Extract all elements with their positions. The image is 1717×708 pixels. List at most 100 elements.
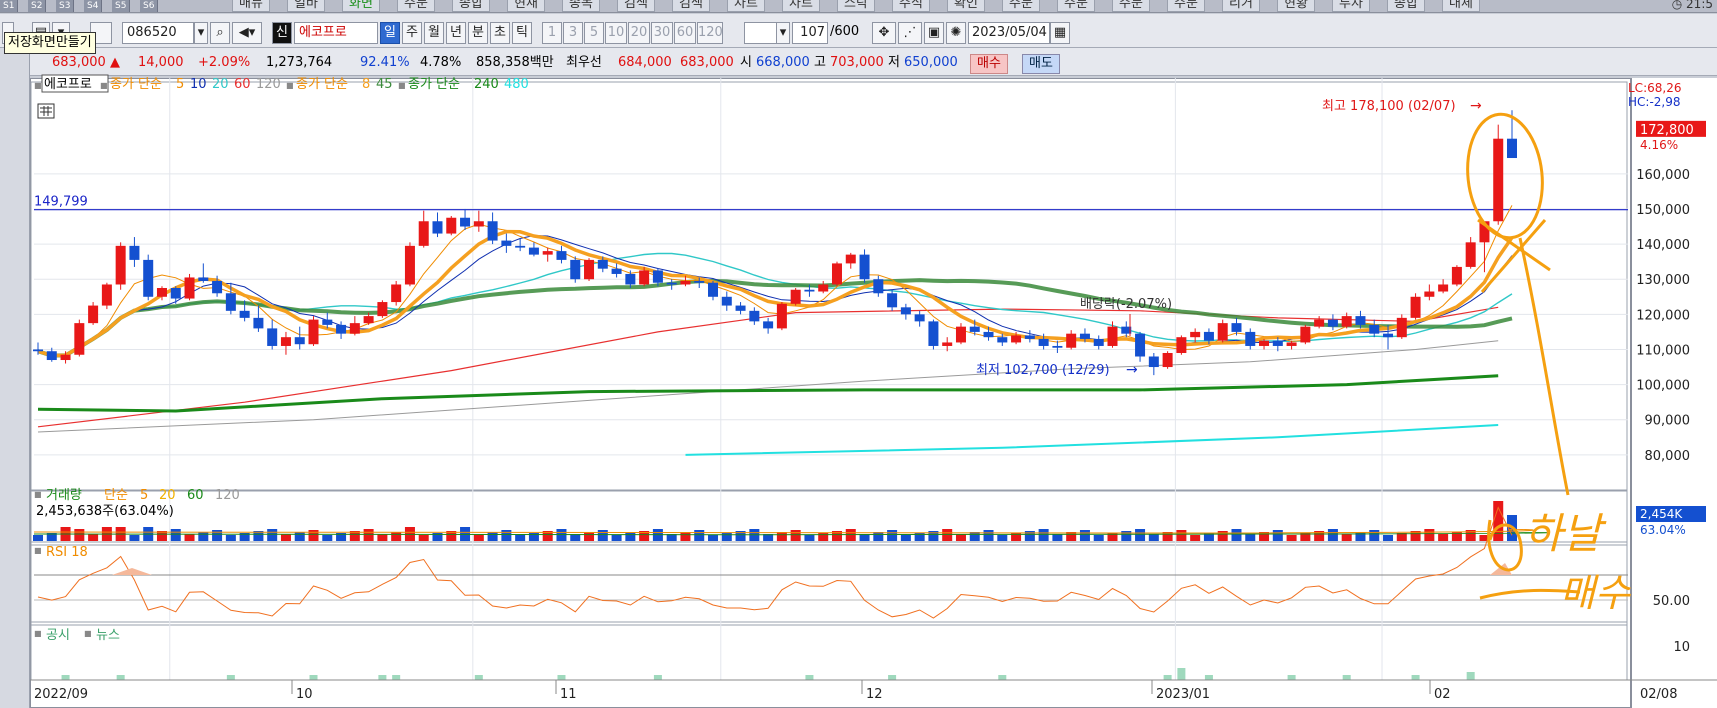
candle-body [625, 273, 636, 285]
candle-body [570, 259, 581, 280]
volume-ma-period: 60 [187, 488, 204, 503]
price-tick-label: 130,000 [1636, 273, 1690, 288]
news-bar [805, 675, 814, 680]
candle-body [1079, 333, 1090, 339]
high-arrow-icon: → [1470, 98, 1482, 114]
volume-bar [1341, 534, 1352, 541]
legend-stock-name: 에코프로 [44, 77, 92, 92]
x-tick-label: 02/08 [1640, 687, 1677, 702]
stock-chart-svg[interactable]: 149,799■ 에코프로 ■ 종가 단순 5 10 20 60 120 ■ 종가 단순 8 45 ■ 종가… [0, 0, 1717, 708]
ma-240-line [37, 374, 1499, 413]
panel-frame [30, 621, 1628, 681]
candle-body [1203, 331, 1214, 341]
news-bar [309, 675, 318, 680]
candle-body [887, 293, 898, 308]
news-bar [1342, 675, 1351, 680]
candle-body [542, 251, 553, 255]
candle-body [914, 314, 925, 322]
legend-ma-period: 60 [234, 77, 251, 92]
candle-body [680, 280, 691, 285]
x-tick-label: 02 [1434, 687, 1451, 702]
volume-bar [198, 532, 209, 541]
candle-body [501, 240, 512, 246]
legend-ma-period: 5 [176, 77, 184, 92]
handwritten-annotation: 하날매수 [1466, 112, 1632, 615]
candle-body [1038, 338, 1049, 346]
news-bar [378, 675, 387, 680]
volume-bar [1327, 529, 1338, 541]
candle-body [1451, 266, 1462, 285]
volume-bar [363, 529, 374, 541]
candle-body [708, 282, 719, 297]
candle-body [611, 268, 622, 274]
candle-body [404, 245, 415, 285]
legend-square-icon: ■ [34, 546, 42, 555]
price-tick-label: 100,000 [1636, 379, 1690, 394]
chart-grid [30, 78, 1628, 681]
candle-body [349, 323, 360, 334]
volume-ma-period: 5 [140, 488, 148, 503]
volume-bar [1231, 529, 1242, 541]
volume-bar [1148, 534, 1159, 541]
candle-body [253, 317, 264, 329]
candle-body [1107, 326, 1118, 346]
volume-bar [1438, 534, 1449, 541]
candle-body [859, 254, 870, 280]
volume-bar [942, 529, 953, 541]
volume-label: 거래량 [46, 488, 82, 503]
candle-body [308, 319, 319, 345]
legend-ma-main: 종가 단순 [110, 77, 162, 92]
volume-bar [170, 529, 181, 541]
price-tick-label: 120,000 [1636, 308, 1690, 323]
candle-body [528, 247, 539, 255]
news-bar [1466, 672, 1475, 680]
volume-bar [501, 530, 512, 541]
grid-toggle-icon [37, 103, 55, 119]
candle-body [515, 245, 526, 248]
save-tooltip: 저장화면만들기 [4, 32, 96, 54]
legend-ma3-period: 480 [504, 77, 529, 92]
volume-bar [1176, 530, 1187, 541]
volume-value-label: 2,453,638주(63.04%) [36, 504, 174, 519]
candle-body [1286, 342, 1297, 346]
candle-body [294, 337, 305, 345]
legend-square-icon: ■ [34, 490, 42, 499]
candle-body [873, 279, 884, 294]
volume-bar [1369, 530, 1380, 541]
candle-body [473, 221, 484, 227]
volume-bar [983, 530, 994, 541]
legend-ma-period: 10 [190, 77, 207, 92]
volume-bar [225, 535, 236, 541]
candle-body [1231, 323, 1242, 332]
dividend-annotation: 배당락(-2.07%) [1080, 297, 1172, 312]
candle-body [1410, 296, 1421, 318]
volume-ma-period: 120 [215, 488, 240, 503]
candle-body [1190, 331, 1201, 338]
volume-bar [418, 535, 429, 541]
candle-body [1066, 333, 1077, 348]
candle-body [60, 354, 71, 361]
news-bar [1411, 675, 1420, 680]
candle-body [749, 310, 760, 322]
candle-body [170, 288, 181, 299]
volume-bar [88, 534, 99, 541]
candle-body [1162, 352, 1173, 368]
volume-bar [597, 530, 608, 541]
volume-bar [1079, 530, 1090, 541]
volume-bar [308, 530, 319, 541]
rsi-line [37, 506, 1513, 619]
volume-bar [1272, 530, 1283, 541]
candle-body [239, 310, 250, 318]
legend-ma-period: 20 [212, 77, 229, 92]
volume-bar [611, 535, 622, 541]
x-tick-label: 2023/01 [1156, 687, 1210, 702]
candle-body [1093, 338, 1104, 346]
legend-square-icon: ■ [398, 81, 406, 90]
volume-bar [804, 535, 815, 541]
rsi-overbought-fill [112, 568, 152, 575]
candle-body [1314, 319, 1325, 327]
candle-body [652, 270, 663, 283]
reference-line-label: 149,799 [34, 195, 88, 210]
volume-bar [1052, 534, 1063, 541]
candle-body [1176, 337, 1187, 353]
